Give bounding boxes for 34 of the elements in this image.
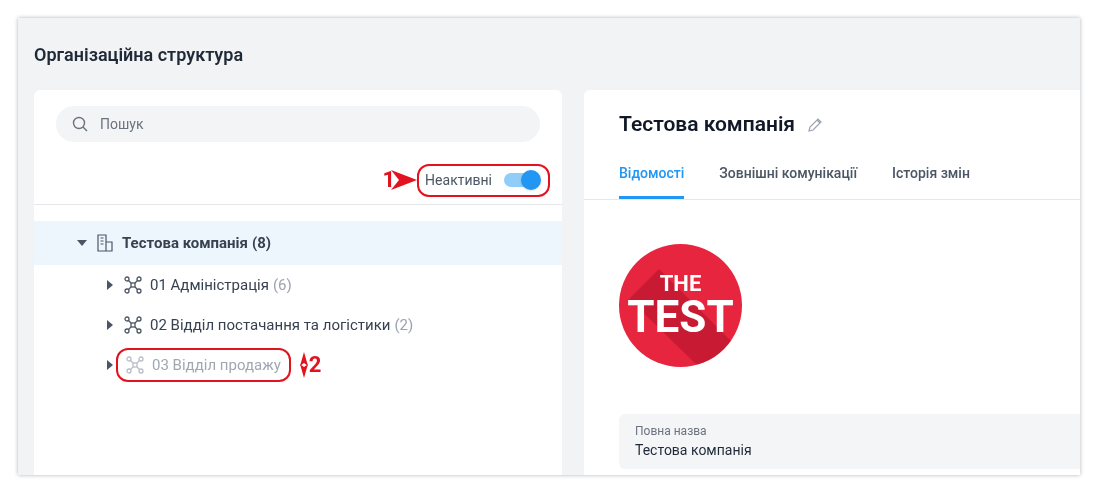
building-icon [96, 234, 114, 252]
tree-item-label: Тестова компанія [122, 232, 248, 254]
tab[interactable]: Зовнішні комунікації [719, 163, 858, 199]
logo-text: THE [659, 272, 702, 295]
item-count: (6) [272, 274, 292, 296]
tab[interactable]: Історія змін [892, 163, 970, 199]
tree-row[interactable]: 02 Відділ постачання та логістики (2) [34, 305, 562, 345]
network-icon [126, 356, 144, 374]
expand-caret-icon[interactable] [107, 360, 113, 370]
callout-number: 2 [308, 354, 322, 376]
full-name-field[interactable]: Повна назва Тестова компанія [619, 414, 1080, 469]
field-value: Тестова компанія [635, 441, 753, 460]
company-title: Тестова компанія [619, 111, 796, 139]
tree-row[interactable]: Тестова компанія (8) [34, 221, 562, 265]
collapse-caret-icon[interactable] [77, 240, 87, 246]
item-count: (8) [252, 232, 272, 254]
toggle-label: Неактивні [425, 170, 492, 190]
network-icon [124, 276, 142, 294]
search-icon [72, 116, 88, 132]
expand-caret-icon[interactable] [107, 320, 113, 330]
item-count: (2) [394, 314, 414, 336]
logo-text: TEST [627, 294, 734, 339]
tree-row[interactable]: 01 Адміністрація (6) [34, 265, 562, 305]
expand-caret-icon[interactable] [107, 280, 113, 290]
arrow-icon [298, 352, 309, 378]
tree-item-label: 03 Відділ продажу [152, 354, 281, 376]
page-title: Організаційна структура [34, 42, 244, 67]
callout-number: 1 [382, 169, 396, 191]
network-icon [124, 316, 142, 334]
search-field[interactable]: Пошук [56, 106, 540, 142]
tree-item-label: 01 Адміністрація [150, 274, 269, 296]
tree-row[interactable]: 03 Відділ продажу 2 [34, 345, 562, 385]
tree-item-label: 02 Відділ постачання та логістики [150, 314, 391, 336]
field-label: Повна назва [635, 423, 708, 440]
